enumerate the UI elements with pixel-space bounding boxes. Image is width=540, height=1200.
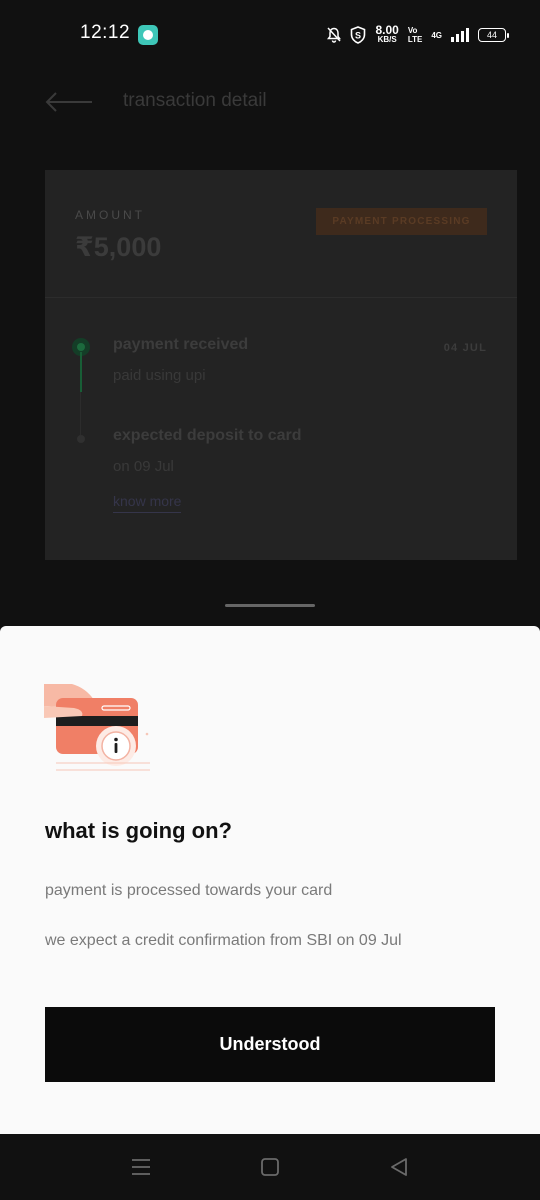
menu-icon[interactable] [128, 1154, 154, 1180]
step-date-received: 04 JUL [443, 342, 487, 354]
sheet-drag-handle[interactable] [225, 604, 315, 607]
status-bar: 12:12 S 8.00 KB/S Vo LTE 4G 44 [0, 0, 540, 68]
info-bottom-sheet: what is going on? payment is processed t… [0, 626, 540, 1134]
network-type: 4G [431, 30, 442, 40]
status-time: 12:12 [80, 22, 131, 43]
home-square-icon[interactable] [257, 1154, 283, 1180]
app-notification-icon [138, 25, 158, 45]
status-badge: PAYMENT PROCESSING [316, 208, 487, 235]
step-subtitle-deposit: on 09 Jul [113, 458, 174, 475]
sheet-message-line1: payment is processed towards your card [45, 882, 333, 899]
timeline-connector [80, 352, 82, 392]
timeline-dot-pending [77, 435, 85, 443]
svg-text:S: S [355, 31, 361, 41]
shield-s-icon: S [351, 26, 366, 44]
card-info-icon [44, 684, 150, 771]
status-icons: S 8.00 KB/S Vo LTE 4G 44 [327, 22, 509, 48]
step-title-deposit: expected deposit to card [113, 427, 302, 444]
step-title-received: payment received [113, 336, 249, 353]
page-title: transaction detail [123, 90, 267, 111]
timeline-connector-pending [80, 392, 81, 436]
bell-muted-icon [327, 27, 342, 43]
battery-level: 44 [486, 30, 497, 40]
sheet-message-line2: we expect a credit confirmation from SBI… [45, 932, 402, 949]
volte-indicator: Vo LTE [407, 26, 423, 44]
step-subtitle-received: paid using upi [113, 367, 206, 384]
amount-section: AMOUNT ₹5,000 PAYMENT PROCESSING [45, 170, 517, 298]
battery-icon: 44 [478, 28, 509, 42]
transaction-card: AMOUNT ₹5,000 PAYMENT PROCESSING payment… [45, 170, 517, 560]
know-more-link[interactable]: know more [113, 493, 182, 513]
back-triangle-icon[interactable] [386, 1154, 412, 1180]
amount-label: AMOUNT [75, 208, 145, 222]
understood-button[interactable]: Understood [45, 1007, 495, 1082]
signal-icon [451, 28, 469, 42]
sheet-title: what is going on? [45, 818, 232, 843]
arrow-left-icon[interactable] [44, 90, 94, 114]
net-speed: 8.00 KB/S [375, 23, 399, 44]
amount-value: ₹5,000 [75, 232, 162, 262]
system-nav-bar [0, 1134, 540, 1200]
